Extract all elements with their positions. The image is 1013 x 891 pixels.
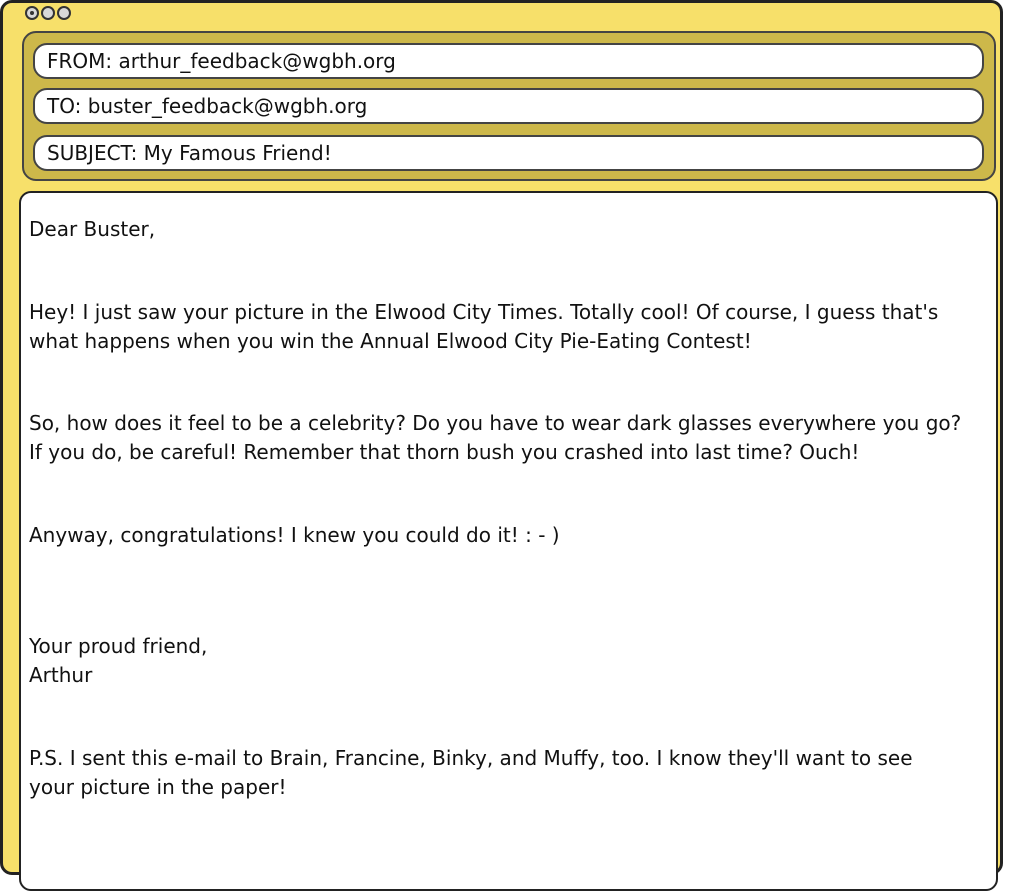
signature: Arthur bbox=[29, 663, 93, 687]
email-window: FROM: arthur_feedback@wgbh.org TO: buste… bbox=[0, 0, 1003, 891]
email-header: FROM: arthur_feedback@wgbh.org TO: buste… bbox=[22, 31, 996, 181]
message-body[interactable]: Dear Buster, Hey! I just saw your pictur… bbox=[19, 191, 998, 891]
greeting: Dear Buster, bbox=[29, 217, 156, 241]
close-window-icon[interactable] bbox=[25, 6, 39, 20]
maximize-window-icon[interactable] bbox=[57, 6, 71, 20]
paragraph-1-line-1: Hey! I just saw your picture in the Elwo… bbox=[29, 300, 939, 324]
paragraph-3: Anyway, congratulations! I knew you coul… bbox=[29, 523, 560, 547]
paragraph-1-line-2: what happens when you win the Annual Elw… bbox=[29, 329, 752, 353]
to-field[interactable]: TO: buster_feedback@wgbh.org bbox=[33, 88, 984, 124]
message-text: Dear Buster, Hey! I just saw your pictur… bbox=[29, 215, 989, 802]
paragraph-2-line-2: If you do, be careful! Remember that tho… bbox=[29, 440, 860, 464]
ps-line-1: P.S. I sent this e-mail to Brain, Franci… bbox=[29, 746, 913, 770]
closing: Your proud friend, bbox=[29, 634, 208, 658]
ps-line-2: your picture in the paper! bbox=[29, 775, 287, 799]
paragraph-2-line-1: So, how does it feel to be a celebrity? … bbox=[29, 411, 962, 435]
from-field[interactable]: FROM: arthur_feedback@wgbh.org bbox=[33, 43, 984, 79]
window-controls bbox=[25, 6, 71, 20]
minimize-window-icon[interactable] bbox=[41, 6, 55, 20]
subject-field[interactable]: SUBJECT: My Famous Friend! bbox=[33, 135, 984, 171]
